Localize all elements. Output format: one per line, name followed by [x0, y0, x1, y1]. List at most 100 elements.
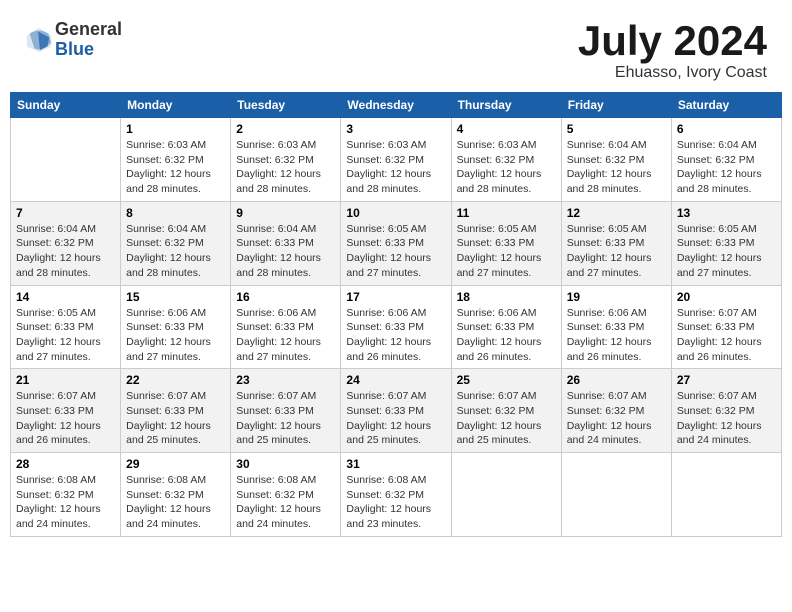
day-number: 16	[236, 290, 335, 304]
day-info: Sunrise: 6:06 AMSunset: 6:33 PMDaylight:…	[457, 306, 556, 365]
day-number: 7	[16, 206, 115, 220]
calendar-cell	[671, 453, 781, 537]
day-info: Sunrise: 6:03 AMSunset: 6:32 PMDaylight:…	[346, 138, 445, 197]
weekday-header-row: SundayMondayTuesdayWednesdayThursdayFrid…	[11, 93, 782, 118]
calendar-cell: 23 Sunrise: 6:07 AMSunset: 6:33 PMDayligh…	[231, 369, 341, 453]
logo: General Blue	[25, 20, 122, 60]
day-info: Sunrise: 6:08 AMSunset: 6:32 PMDaylight:…	[236, 473, 335, 532]
day-number: 21	[16, 373, 115, 387]
day-info: Sunrise: 6:05 AMSunset: 6:33 PMDaylight:…	[346, 222, 445, 281]
calendar-cell	[451, 453, 561, 537]
day-info: Sunrise: 6:08 AMSunset: 6:32 PMDaylight:…	[346, 473, 445, 532]
calendar-cell: 17Sunrise: 6:06 AMSunset: 6:33 PMDayligh…	[341, 285, 451, 369]
day-number: 12	[567, 206, 666, 220]
weekday-header-thursday: Thursday	[451, 93, 561, 118]
calendar-cell: 21 Sunrise: 6:07 AMSunset: 6:33 PMDayligh…	[11, 369, 121, 453]
day-info: Sunrise: 6:07 AMSunset: 6:33 PMDaylight:…	[16, 389, 115, 448]
calendar-cell: 9 Sunrise: 6:04 AMSunset: 6:33 PMDaylight…	[231, 201, 341, 285]
calendar-cell: 22Sunrise: 6:07 AMSunset: 6:33 PMDayligh…	[121, 369, 231, 453]
day-number: 22	[126, 373, 225, 387]
calendar-cell: 29Sunrise: 6:08 AMSunset: 6:32 PMDayligh…	[121, 453, 231, 537]
day-info: Sunrise: 6:05 AMSunset: 6:33 PMDaylight:…	[16, 306, 115, 365]
day-number: 4	[457, 122, 556, 136]
calendar-week-row: 7 Sunrise: 6:04 AMSunset: 6:32 PMDaylight…	[11, 201, 782, 285]
weekday-header-tuesday: Tuesday	[231, 93, 341, 118]
day-info: Sunrise: 6:07 AMSunset: 6:32 PMDaylight:…	[567, 389, 666, 448]
calendar-cell: 5Sunrise: 6:04 AMSunset: 6:32 PMDaylight…	[561, 118, 671, 202]
day-number: 20	[677, 290, 776, 304]
weekday-header-sunday: Sunday	[11, 93, 121, 118]
day-number: 8	[126, 206, 225, 220]
day-number: 23	[236, 373, 335, 387]
day-info: Sunrise: 6:07 AMSunset: 6:33 PMDaylight:…	[677, 306, 776, 365]
day-number: 18	[457, 290, 556, 304]
day-number: 28	[16, 457, 115, 471]
day-info: Sunrise: 6:08 AMSunset: 6:32 PMDaylight:…	[126, 473, 225, 532]
calendar-cell: 16 Sunrise: 6:06 AMSunset: 6:33 PMDayligh…	[231, 285, 341, 369]
calendar-cell: 18 Sunrise: 6:06 AMSunset: 6:33 PMDayligh…	[451, 285, 561, 369]
day-info: Sunrise: 6:03 AMSunset: 6:32 PMDaylight:…	[457, 138, 556, 197]
month-title: July 2024	[578, 20, 767, 62]
logo-blue-text: Blue	[55, 40, 122, 60]
header: General Blue July 2024 Ehuasso, Ivory Co…	[10, 10, 782, 87]
calendar-cell: 26Sunrise: 6:07 AMSunset: 6:32 PMDayligh…	[561, 369, 671, 453]
calendar-cell: 2 Sunrise: 6:03 AMSunset: 6:32 PMDaylight…	[231, 118, 341, 202]
title-area: July 2024 Ehuasso, Ivory Coast	[578, 20, 767, 82]
day-number: 30	[236, 457, 335, 471]
day-info: Sunrise: 6:05 AMSunset: 6:33 PMDaylight:…	[567, 222, 666, 281]
day-info: Sunrise: 6:06 AMSunset: 6:33 PMDaylight:…	[567, 306, 666, 365]
day-number: 15	[126, 290, 225, 304]
weekday-header-saturday: Saturday	[671, 93, 781, 118]
day-number: 1	[126, 122, 225, 136]
calendar-week-row: 21 Sunrise: 6:07 AMSunset: 6:33 PMDayligh…	[11, 369, 782, 453]
day-number: 11	[457, 206, 556, 220]
day-number: 6	[677, 122, 776, 136]
calendar-cell: 14 Sunrise: 6:05 AMSunset: 6:33 PMDayligh…	[11, 285, 121, 369]
day-number: 25	[457, 373, 556, 387]
day-number: 19	[567, 290, 666, 304]
calendar-cell: 15 Sunrise: 6:06 AMSunset: 6:33 PMDayligh…	[121, 285, 231, 369]
day-info: Sunrise: 6:06 AMSunset: 6:33 PMDaylight:…	[346, 306, 445, 365]
calendar-cell	[561, 453, 671, 537]
calendar-table: SundayMondayTuesdayWednesdayThursdayFrid…	[10, 92, 782, 537]
day-number: 2	[236, 122, 335, 136]
day-info: Sunrise: 6:03 AMSunset: 6:32 PMDaylight:…	[236, 138, 335, 197]
calendar-cell: 20 Sunrise: 6:07 AMSunset: 6:33 PMDayligh…	[671, 285, 781, 369]
day-info: Sunrise: 6:06 AMSunset: 6:33 PMDaylight:…	[236, 306, 335, 365]
calendar-cell: 7 Sunrise: 6:04 AMSunset: 6:32 PMDaylight…	[11, 201, 121, 285]
calendar-cell: 31 Sunrise: 6:08 AMSunset: 6:32 PMDayligh…	[341, 453, 451, 537]
day-info: Sunrise: 6:07 AMSunset: 6:33 PMDaylight:…	[236, 389, 335, 448]
logo-general-text: General	[55, 20, 122, 40]
calendar-cell: 4 Sunrise: 6:03 AMSunset: 6:32 PMDaylight…	[451, 118, 561, 202]
day-info: Sunrise: 6:04 AMSunset: 6:32 PMDaylight:…	[126, 222, 225, 281]
day-info: Sunrise: 6:05 AMSunset: 6:33 PMDaylight:…	[457, 222, 556, 281]
day-number: 10	[346, 206, 445, 220]
calendar-cell: 13Sunrise: 6:05 AMSunset: 6:33 PMDayligh…	[671, 201, 781, 285]
day-number: 24	[346, 373, 445, 387]
day-number: 3	[346, 122, 445, 136]
day-info: Sunrise: 6:07 AMSunset: 6:33 PMDaylight:…	[346, 389, 445, 448]
calendar-cell: 28Sunrise: 6:08 AMSunset: 6:32 PMDayligh…	[11, 453, 121, 537]
day-number: 14	[16, 290, 115, 304]
day-info: Sunrise: 6:04 AMSunset: 6:33 PMDaylight:…	[236, 222, 335, 281]
day-info: Sunrise: 6:06 AMSunset: 6:33 PMDaylight:…	[126, 306, 225, 365]
day-info: Sunrise: 6:05 AMSunset: 6:33 PMDaylight:…	[677, 222, 776, 281]
logo-text: General Blue	[55, 20, 122, 60]
calendar-cell	[11, 118, 121, 202]
weekday-header-wednesday: Wednesday	[341, 93, 451, 118]
day-info: Sunrise: 6:07 AMSunset: 6:32 PMDaylight:…	[677, 389, 776, 448]
day-info: Sunrise: 6:04 AMSunset: 6:32 PMDaylight:…	[567, 138, 666, 197]
day-number: 31	[346, 457, 445, 471]
calendar-week-row: 14 Sunrise: 6:05 AMSunset: 6:33 PMDayligh…	[11, 285, 782, 369]
calendar-cell: 10 Sunrise: 6:05 AMSunset: 6:33 PMDayligh…	[341, 201, 451, 285]
day-number: 9	[236, 206, 335, 220]
day-info: Sunrise: 6:04 AMSunset: 6:32 PMDaylight:…	[16, 222, 115, 281]
calendar-cell: 25 Sunrise: 6:07 AMSunset: 6:32 PMDayligh…	[451, 369, 561, 453]
calendar-cell: 24 Sunrise: 6:07 AMSunset: 6:33 PMDayligh…	[341, 369, 451, 453]
calendar-cell: 6Sunrise: 6:04 AMSunset: 6:32 PMDaylight…	[671, 118, 781, 202]
calendar-cell: 1Sunrise: 6:03 AMSunset: 6:32 PMDaylight…	[121, 118, 231, 202]
weekday-header-monday: Monday	[121, 93, 231, 118]
day-info: Sunrise: 6:07 AMSunset: 6:32 PMDaylight:…	[457, 389, 556, 448]
calendar-week-row: 1 Sunrise: 6:03 AMSunset: 6:32 PMDaylight…	[11, 118, 782, 202]
calendar-cell: 30 Sunrise: 6:08 AMSunset: 6:32 PMDayligh…	[231, 453, 341, 537]
